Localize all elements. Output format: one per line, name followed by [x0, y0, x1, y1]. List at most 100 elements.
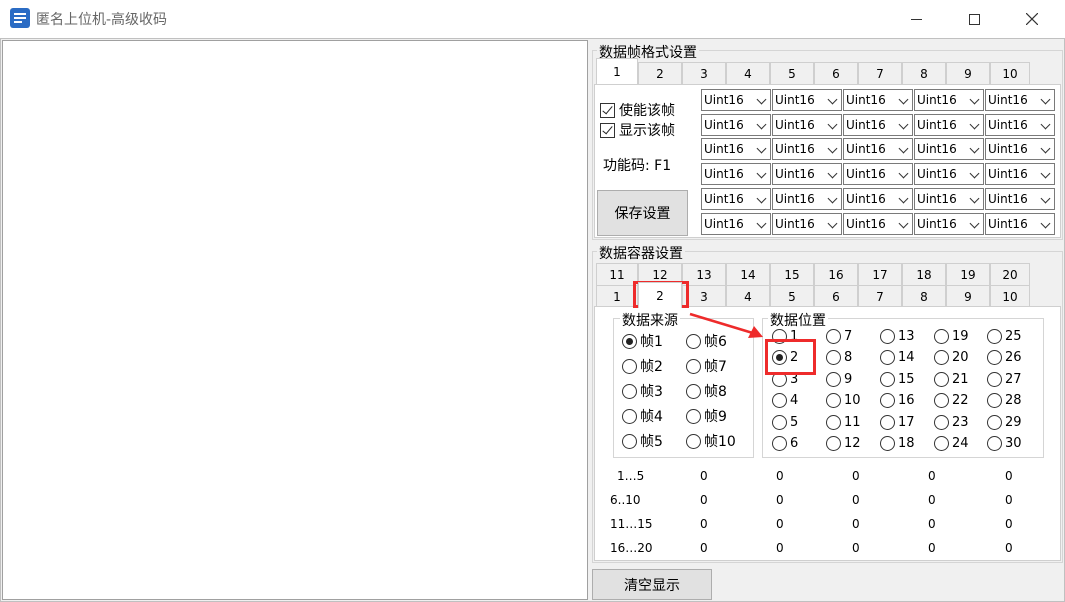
- position-radio-19[interactable]: 19: [934, 329, 969, 344]
- position-radio-25[interactable]: 25: [987, 329, 1022, 344]
- frame-tab-5[interactable]: 5: [770, 62, 814, 84]
- enable-frame-checkbox[interactable]: 使能该帧: [600, 100, 675, 120]
- data-type-select[interactable]: Uint16: [772, 89, 842, 111]
- data-type-select[interactable]: Uint16: [914, 89, 984, 111]
- data-type-select[interactable]: Uint16: [843, 138, 913, 160]
- container-tab-7[interactable]: 7: [858, 285, 902, 307]
- position-radio-16[interactable]: 16: [880, 393, 915, 409]
- data-type-select[interactable]: Uint16: [985, 138, 1055, 160]
- position-radio-5[interactable]: 5: [772, 414, 798, 430]
- position-radio-13[interactable]: 13: [880, 329, 915, 344]
- position-radio-7[interactable]: 7: [826, 329, 852, 344]
- container-tab-11[interactable]: 11: [596, 263, 638, 285]
- data-type-select[interactable]: Uint16: [701, 138, 771, 160]
- position-radio-27[interactable]: 27: [987, 371, 1022, 387]
- frame-tab-6[interactable]: 6: [814, 62, 858, 84]
- data-type-select[interactable]: Uint16: [701, 163, 771, 185]
- container-tab-8[interactable]: 8: [902, 285, 946, 307]
- minimize-button[interactable]: [893, 0, 939, 38]
- log-display[interactable]: [2, 40, 588, 600]
- data-type-select[interactable]: Uint16: [772, 138, 842, 160]
- container-tab-5[interactable]: 5: [770, 285, 814, 307]
- position-radio-24[interactable]: 24: [934, 436, 969, 451]
- container-tab-2[interactable]: 2: [638, 282, 682, 308]
- position-radio-12[interactable]: 12: [826, 436, 861, 451]
- position-radio-22[interactable]: 22: [934, 393, 969, 409]
- container-tab-18[interactable]: 18: [902, 263, 946, 285]
- frame-tab-10[interactable]: 10: [990, 62, 1030, 84]
- position-radio-23[interactable]: 23: [934, 414, 969, 430]
- position-radio-17[interactable]: 17: [880, 414, 915, 430]
- data-type-select[interactable]: Uint16: [701, 114, 771, 136]
- data-type-select[interactable]: Uint16: [914, 188, 984, 210]
- data-type-select[interactable]: Uint16: [843, 114, 913, 136]
- data-type-select[interactable]: Uint16: [843, 213, 913, 235]
- data-type-select[interactable]: Uint16: [985, 188, 1055, 210]
- position-radio-8[interactable]: 8: [826, 350, 852, 366]
- position-radio-11[interactable]: 11: [826, 414, 861, 430]
- frame-tab-1[interactable]: 1: [596, 58, 638, 84]
- source-radio-2[interactable]: 帧2: [622, 356, 663, 376]
- data-type-select[interactable]: Uint16: [985, 163, 1055, 185]
- data-type-select[interactable]: Uint16: [914, 163, 984, 185]
- frame-tab-2[interactable]: 2: [638, 62, 682, 84]
- frame-tab-7[interactable]: 7: [858, 62, 902, 84]
- container-tab-9[interactable]: 9: [946, 285, 990, 307]
- position-radio-28[interactable]: 28: [987, 393, 1022, 409]
- data-type-select[interactable]: Uint16: [985, 89, 1055, 111]
- data-type-select[interactable]: Uint16: [985, 114, 1055, 136]
- container-tab-14[interactable]: 14: [726, 263, 770, 285]
- source-radio-8[interactable]: 帧8: [686, 381, 727, 401]
- data-type-select[interactable]: Uint16: [772, 188, 842, 210]
- position-radio-29[interactable]: 29: [987, 414, 1022, 430]
- container-tab-15[interactable]: 15: [770, 263, 814, 285]
- position-radio-4[interactable]: 4: [772, 393, 798, 409]
- data-type-select[interactable]: Uint16: [843, 188, 913, 210]
- frame-tab-3[interactable]: 3: [682, 62, 726, 84]
- container-tab-19[interactable]: 19: [946, 263, 990, 285]
- data-type-select[interactable]: Uint16: [772, 163, 842, 185]
- source-radio-1[interactable]: 帧1: [622, 331, 663, 351]
- data-type-select[interactable]: Uint16: [843, 163, 913, 185]
- data-type-select[interactable]: Uint16: [772, 213, 842, 235]
- position-radio-10[interactable]: 10: [826, 393, 861, 409]
- position-radio-26[interactable]: 26: [987, 350, 1022, 366]
- frame-tab-9[interactable]: 9: [946, 62, 990, 84]
- save-settings-button[interactable]: 保存设置: [597, 190, 688, 236]
- frame-tab-8[interactable]: 8: [902, 62, 946, 84]
- position-radio-14[interactable]: 14: [880, 350, 915, 366]
- position-radio-9[interactable]: 9: [826, 371, 852, 387]
- source-radio-5[interactable]: 帧5: [622, 431, 663, 451]
- container-tab-16[interactable]: 16: [814, 263, 858, 285]
- close-button[interactable]: [1009, 0, 1055, 38]
- data-type-select[interactable]: Uint16: [914, 138, 984, 160]
- show-frame-checkbox[interactable]: 显示该帧: [600, 120, 675, 140]
- container-tab-4[interactable]: 4: [726, 285, 770, 307]
- container-tab-17[interactable]: 17: [858, 263, 902, 285]
- container-tab-1[interactable]: 1: [596, 285, 638, 307]
- position-radio-18[interactable]: 18: [880, 436, 915, 451]
- data-type-select[interactable]: Uint16: [701, 89, 771, 111]
- position-radio-20[interactable]: 20: [934, 350, 969, 366]
- maximize-button[interactable]: [951, 0, 997, 38]
- data-type-select[interactable]: Uint16: [701, 213, 771, 235]
- source-radio-4[interactable]: 帧4: [622, 406, 663, 426]
- position-radio-15[interactable]: 15: [880, 371, 915, 387]
- container-tab-20[interactable]: 20: [990, 263, 1030, 285]
- source-radio-9[interactable]: 帧9: [686, 406, 727, 426]
- position-radio-21[interactable]: 21: [934, 371, 969, 387]
- source-radio-3[interactable]: 帧3: [622, 381, 663, 401]
- data-type-select[interactable]: Uint16: [701, 188, 771, 210]
- container-tab-10[interactable]: 10: [990, 285, 1030, 307]
- source-radio-7[interactable]: 帧7: [686, 356, 727, 376]
- clear-display-button[interactable]: 清空显示: [592, 569, 712, 600]
- data-type-select[interactable]: Uint16: [985, 213, 1055, 235]
- data-type-select[interactable]: Uint16: [914, 114, 984, 136]
- container-tab-6[interactable]: 6: [814, 285, 858, 307]
- source-radio-10[interactable]: 帧10: [686, 431, 736, 451]
- data-type-select[interactable]: Uint16: [914, 213, 984, 235]
- data-type-select[interactable]: Uint16: [843, 89, 913, 111]
- frame-tab-4[interactable]: 4: [726, 62, 770, 84]
- data-type-select[interactable]: Uint16: [772, 114, 842, 136]
- position-radio-6[interactable]: 6: [772, 436, 798, 451]
